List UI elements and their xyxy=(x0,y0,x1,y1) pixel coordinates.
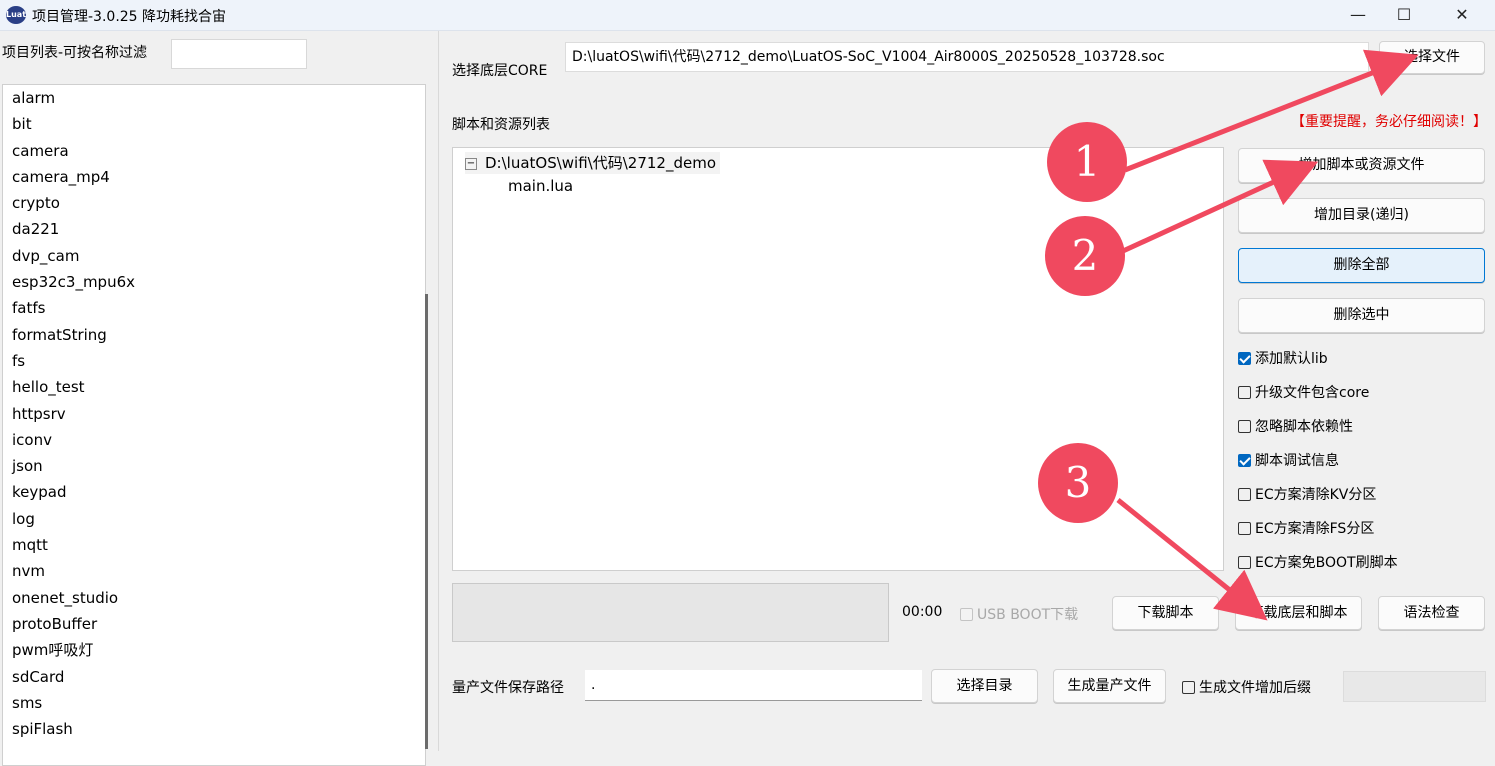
annotation-marker-3: 3 xyxy=(1038,443,1118,523)
add-directory-button[interactable]: 增加目录(递归) xyxy=(1238,198,1485,233)
download-core-and-script-button[interactable]: 下载底层和脚本 xyxy=(1235,596,1362,630)
tree-file-node[interactable]: main.lua xyxy=(508,177,573,195)
project-list-item[interactable]: keypad xyxy=(3,479,425,505)
select-file-button[interactable]: 选择文件 xyxy=(1379,41,1485,74)
project-list-item[interactable]: mqtt xyxy=(3,532,425,558)
checkbox-icon[interactable] xyxy=(1238,385,1251,399)
project-list-item[interactable]: log xyxy=(3,506,425,532)
tree-root-label: D:\luatOS\wifi\代码\2712_demo xyxy=(485,154,716,172)
maximize-button[interactable]: ☐ xyxy=(1381,0,1427,30)
project-list-scrollbar[interactable] xyxy=(425,294,428,749)
title-bar: Luat 项目管理-3.0.25 降功耗找合宙 — ☐ ✕ xyxy=(0,0,1495,31)
suffix-input xyxy=(1343,671,1486,702)
luat-logo-icon: Luat xyxy=(6,6,26,24)
scripts-label: 脚本和资源列表 xyxy=(452,117,550,133)
project-list-item[interactable]: alarm xyxy=(3,85,425,111)
project-list-item[interactable]: protoBuffer xyxy=(3,611,425,637)
annotation-marker-1: 1 xyxy=(1047,122,1127,202)
option-label: 升级文件包含core xyxy=(1255,385,1370,401)
project-list-item[interactable]: camera_mp4 xyxy=(3,164,425,190)
project-list-item[interactable]: da221 xyxy=(3,216,425,242)
project-filter-label: 项目列表-可按名称过滤 xyxy=(2,45,148,61)
option-default-lib[interactable]: 添加默认lib xyxy=(1238,348,1328,368)
project-list-item[interactable]: sms xyxy=(3,690,425,716)
project-filter-input[interactable] xyxy=(171,39,307,69)
project-list-item[interactable]: sdCard xyxy=(3,664,425,690)
option-label: EC方案免BOOT刷脚本 xyxy=(1255,555,1398,571)
project-list-item[interactable]: camera xyxy=(3,138,425,164)
checkbox-icon[interactable] xyxy=(1238,487,1251,501)
project-list-item[interactable]: iconv xyxy=(3,427,425,453)
syntax-check-button[interactable]: 语法检查 xyxy=(1378,596,1485,630)
checkbox-icon[interactable] xyxy=(1182,680,1195,694)
panel-divider xyxy=(438,31,439,751)
project-list-item[interactable]: fatfs xyxy=(3,295,425,321)
tree-root-node[interactable]: − D:\luatOS\wifi\代码\2712_demo xyxy=(465,152,720,174)
collapse-icon[interactable]: − xyxy=(465,157,477,170)
project-list-item[interactable]: bit xyxy=(3,111,425,137)
option-label: 脚本调试信息 xyxy=(1255,453,1339,469)
project-list-item[interactable]: formatString xyxy=(3,322,425,348)
option-label: 忽略脚本依赖性 xyxy=(1255,419,1353,435)
option-debug-info[interactable]: 脚本调试信息 xyxy=(1238,450,1339,470)
checkbox-icon xyxy=(960,607,973,621)
select-directory-button[interactable]: 选择目录 xyxy=(931,669,1038,703)
project-list-item[interactable]: nvm xyxy=(3,558,425,584)
progress-area xyxy=(452,583,889,642)
option-label: USB BOOT下载 xyxy=(977,607,1079,623)
project-list-item[interactable]: esp32c3_mpu6x xyxy=(3,269,425,295)
option-clear-kv[interactable]: EC方案清除KV分区 xyxy=(1238,484,1376,504)
project-list-item[interactable]: dvp_cam xyxy=(3,243,425,269)
option-add-suffix[interactable]: 生成文件增加后缀 xyxy=(1182,677,1311,697)
mass-path-input[interactable]: . xyxy=(585,670,922,701)
project-list-item[interactable]: spiFlash xyxy=(3,716,425,742)
checkbox-icon[interactable] xyxy=(1238,419,1251,433)
important-notice-link[interactable]: 【重要提醒，务必仔细阅读！】 xyxy=(1291,111,1487,131)
annotation-marker-2: 2 xyxy=(1045,216,1125,296)
project-list[interactable]: alarm bit camera camera_mp4 crypto da221 dvp_c… xyxy=(2,84,426,766)
project-list-item[interactable]: json xyxy=(3,453,425,479)
project-list-item[interactable]: httpsrv xyxy=(3,401,425,427)
option-label: 添加默认lib xyxy=(1255,351,1328,367)
download-script-button[interactable]: 下载脚本 xyxy=(1112,596,1219,630)
checkbox-icon[interactable] xyxy=(1238,351,1251,365)
generate-mass-file-button[interactable]: 生成量产文件 xyxy=(1053,669,1166,703)
add-script-button[interactable]: 增加脚本或资源文件 xyxy=(1238,148,1485,183)
window-title: 项目管理-3.0.25 降功耗找合宙 xyxy=(32,9,227,25)
project-list-item[interactable]: hello_test xyxy=(3,374,425,400)
option-label: EC方案清除FS分区 xyxy=(1255,521,1375,537)
option-include-core[interactable]: 升级文件包含core xyxy=(1238,382,1369,402)
option-clear-fs[interactable]: EC方案清除FS分区 xyxy=(1238,518,1374,538)
checkbox-icon[interactable] xyxy=(1238,453,1251,467)
core-path-input[interactable]: D:\luatOS\wifi\代码\2712_demo\LuatOS-SoC_V… xyxy=(565,42,1369,72)
project-list-item[interactable]: fs xyxy=(3,348,425,374)
option-no-boot[interactable]: EC方案免BOOT刷脚本 xyxy=(1238,552,1398,572)
delete-all-button[interactable]: 删除全部 xyxy=(1238,248,1485,283)
project-list-item[interactable]: crypto xyxy=(3,190,425,216)
option-label: 生成文件增加后缀 xyxy=(1199,680,1311,696)
timer-text: 00:00 xyxy=(902,604,943,620)
usb-boot-option: USB BOOT下载 xyxy=(960,604,1078,624)
close-button[interactable]: ✕ xyxy=(1439,0,1485,30)
checkbox-icon[interactable] xyxy=(1238,555,1251,569)
core-label: 选择底层CORE xyxy=(452,63,548,79)
delete-selected-button[interactable]: 删除选中 xyxy=(1238,298,1485,333)
option-ignore-deps[interactable]: 忽略脚本依赖性 xyxy=(1238,416,1353,436)
option-label: EC方案清除KV分区 xyxy=(1255,487,1377,503)
project-list-item[interactable]: pwm呼吸灯 xyxy=(3,637,425,663)
mass-path-label: 量产文件保存路径 xyxy=(452,680,564,696)
minimize-button[interactable]: — xyxy=(1335,0,1381,30)
project-list-item[interactable]: onenet_studio xyxy=(3,585,425,611)
checkbox-icon[interactable] xyxy=(1238,521,1251,535)
